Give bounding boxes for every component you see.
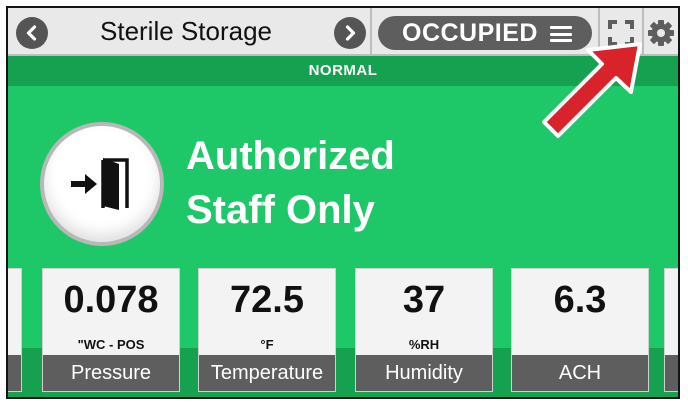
room-title: Sterile Storage	[100, 16, 272, 46]
metric-card-ach[interactable]: 6.3 ACH	[511, 268, 649, 392]
metric-value: 37	[402, 279, 446, 321]
prev-room-button[interactable]	[16, 17, 48, 49]
metric-unit: %RH	[408, 337, 440, 352]
metric-card-humidity[interactable]: 37 %RH Humidity	[355, 268, 493, 392]
chevron-right-icon	[345, 25, 356, 41]
notice-line-1: Authorized	[186, 134, 395, 178]
pointer-arrow	[542, 42, 642, 138]
metric-value: 6.3	[553, 279, 607, 321]
metric-card-pressure[interactable]: 0.078 "WC - POS Pressure	[42, 268, 180, 392]
occupancy-status: OCCUPIED	[402, 19, 538, 47]
next-room-button[interactable]	[334, 17, 366, 49]
metric-value: 0.078	[63, 279, 159, 321]
metric-label: ACH	[512, 355, 648, 391]
metric-card-partial	[8, 268, 22, 392]
metric-card-partial	[664, 268, 678, 392]
notice-line-2: Staff Only	[186, 188, 375, 232]
door-exit-icon	[40, 122, 164, 246]
metric-card-temperature[interactable]: 72.5 °F Temperature	[198, 268, 336, 392]
metric-value: 72.5	[230, 279, 304, 321]
metric-label: Humidity	[356, 355, 492, 391]
chevron-left-icon	[26, 25, 37, 41]
metric-unit: °F	[260, 337, 274, 352]
metric-label: Pressure	[43, 355, 179, 391]
metric-label: Temperature	[199, 355, 335, 391]
metric-unit: "WC - POS	[77, 337, 145, 352]
topbar-divider	[370, 8, 372, 54]
